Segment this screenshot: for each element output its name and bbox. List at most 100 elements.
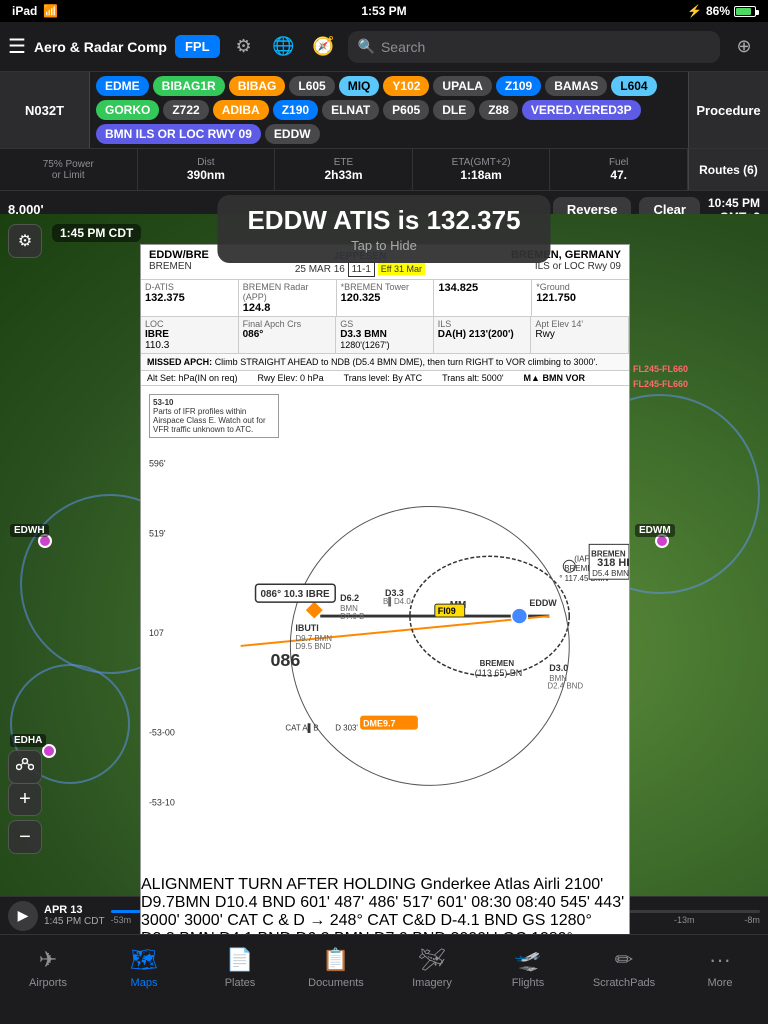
route-tag[interactable]: EDDW [265, 124, 320, 144]
tab-maps[interactable]: 🗺Maps [96, 943, 192, 993]
svg-text:FI09: FI09 [438, 606, 456, 616]
loc-row: LOC IBRE 110.3 Final Apch Crs 086° GS D3… [141, 317, 629, 354]
svg-text:D 303': D 303' [335, 724, 358, 733]
route-tag[interactable]: ADIBA [213, 100, 269, 120]
battery-icon [734, 6, 756, 17]
chart-date: 25 MAR 16 11-1 Eff 31 Mar [295, 264, 425, 275]
route-tag[interactable]: L604 [611, 76, 656, 96]
tab-icon-imagery: 🛩 [418, 947, 446, 973]
tab-documents[interactable]: 📋Documents [288, 943, 384, 993]
route-tag[interactable]: VERED.VERED3P [522, 100, 641, 120]
tab-icon-maps: 🗺 [130, 947, 158, 973]
freq-app: BREMEN Radar (APP) 124.8 [239, 280, 337, 316]
status-right: ⚡ 86% [687, 4, 756, 18]
route-tag[interactable]: MIQ [339, 76, 380, 96]
atis-banner[interactable]: EDDW ATIS is 132.375 Tap to Hide [217, 195, 550, 263]
svg-text:086: 086 [270, 650, 300, 670]
map-area[interactable]: FL245-FL660 FL245-FL660 EDWH EDHA EDWM 6… [0, 214, 768, 934]
zoom-buttons: + − [8, 782, 42, 854]
carrier: iPad [12, 4, 37, 18]
time-indicator: 1:45 PM CDT [52, 224, 141, 242]
svg-text:596': 596' [149, 459, 166, 469]
route-tag[interactable]: Y102 [383, 76, 429, 96]
route-tag[interactable]: ELNAT [322, 100, 379, 120]
route-tag[interactable]: P605 [383, 100, 429, 120]
settings-icon[interactable]: ⚙ [228, 31, 260, 63]
gs-cell: GS D3.3 BMN 1280'(1267') [336, 317, 434, 353]
tab-bar: ✈Airports🗺Maps 📄 Plates 📋Documents 🛩 Imagery 🛫… [0, 934, 768, 1024]
wifi-icon: 📶 [43, 4, 58, 18]
top-nav: ☰ Aero & Radar Comp FPL ⚙ 🌐 🧭 🔍 Search ⊕ [0, 22, 768, 72]
tab-more[interactable]: ···More [672, 943, 768, 993]
bluetooth-icon: ⚡ [687, 4, 702, 18]
search-placeholder: Search [381, 39, 425, 55]
play-button[interactable]: ▶ [8, 901, 38, 931]
tab-flights[interactable]: 🛫 Flights [480, 943, 576, 993]
route-tag[interactable]: UPALA [433, 76, 491, 96]
fpl-button[interactable]: FPL [175, 35, 220, 58]
routes-button[interactable]: Routes (6) [688, 149, 768, 190]
tab-imagery[interactable]: 🛩 Imagery [384, 943, 480, 993]
map-settings-button[interactable]: ⚙ [8, 224, 42, 258]
tab-icon-scratchpads: ✏ [615, 947, 633, 973]
search-bar[interactable]: 🔍 Search [348, 31, 720, 63]
freq-ground: *Ground 121.750 [532, 280, 629, 316]
route-tag[interactable]: BMN ILS OR LOC RWY 09 [96, 124, 261, 144]
edha-label: EDHA [10, 734, 46, 747]
dist-cell: Dist 390nm [138, 149, 276, 190]
flight-info-row: 75% Power or Limit Dist 390nm ETE 2h33m … [0, 149, 768, 191]
tab-icon-flights: 🛫 [514, 947, 541, 973]
tab-label-scratchpads: ScratchPads [593, 977, 655, 989]
route-tag[interactable]: DLE [433, 100, 475, 120]
route-tag[interactable]: BAMAS [545, 76, 607, 96]
svg-text:D5.4 BMN: D5.4 BMN [592, 569, 629, 578]
svg-text:EDDW: EDDW [529, 598, 557, 608]
svg-text:-53-10: -53-10 [149, 797, 175, 807]
route-overlay-button[interactable] [8, 750, 42, 784]
route-tag[interactable]: BIBAG1R [153, 76, 225, 96]
tab-label-airports: Airports [29, 977, 67, 989]
final-apch-cell: Final Apch Crs 086° [239, 317, 337, 353]
tab-label-imagery: Imagery [412, 977, 452, 989]
tab-scratchpads[interactable]: ✏ ScratchPads [576, 943, 672, 993]
status-time: 1:53 PM [361, 4, 406, 18]
tab-label-plates: Plates [225, 977, 256, 989]
zoom-in-button[interactable]: + [8, 782, 42, 816]
svg-text:B▌D4.0: B▌D4.0 [383, 596, 411, 607]
tab-icon-more: ··· [709, 947, 731, 973]
timeline-label: -13m [674, 915, 695, 925]
zoom-out-button[interactable]: − [8, 820, 42, 854]
procedure-button[interactable]: Procedure [688, 72, 768, 148]
freq-datis: D-ATIS 132.375 [141, 280, 239, 316]
route-icon [16, 758, 34, 776]
edwh-label: EDWH [10, 524, 49, 537]
route-tag[interactable]: BIBAG [229, 76, 286, 96]
route-tag[interactable]: Z190 [273, 100, 318, 120]
route-tag[interactable]: Z88 [479, 100, 518, 120]
svg-text:519': 519' [149, 528, 166, 538]
route-tag[interactable]: EDME [96, 76, 149, 96]
search-icon: 🔍 [358, 38, 375, 55]
svg-text:BREMEN: BREMEN [480, 659, 515, 668]
chart-overlay: EDDW/BRE BREMEN JEPPESEN 25 MAR 16 11-1 … [140, 244, 630, 934]
location-icon[interactable]: ⊕ [728, 31, 760, 63]
svg-text:318 HIG: 318 HIG [597, 557, 629, 569]
missed-apch: MISSED APCH: Climb STRAIGHT AHEAD to NDB… [141, 354, 629, 371]
atis-text: EDDW ATIS is 132.375 [247, 205, 520, 236]
svg-text:D7.0 B: D7.0 B [340, 612, 364, 621]
route-tag[interactable]: Z722 [163, 100, 208, 120]
app-name: Aero & Radar Comp [34, 39, 167, 55]
route-tag[interactable]: L605 [289, 76, 334, 96]
route-tag[interactable]: Z109 [496, 76, 541, 96]
route-tag[interactable]: GORKO [96, 100, 159, 120]
svg-text:086° 10.3 IBRE: 086° 10.3 IBRE [261, 589, 331, 600]
ete-cell: ETE 2h33m [275, 149, 413, 190]
svg-text:(113.65) BN: (113.65) BN [475, 668, 523, 678]
tab-plates[interactable]: 📄 Plates [192, 943, 288, 993]
globe-icon[interactable]: 🌐 [268, 31, 300, 63]
tab-airports[interactable]: ✈Airports [0, 943, 96, 993]
tab-icon-plates: 📄 [226, 947, 253, 973]
compass-icon[interactable]: 🧭 [308, 31, 340, 63]
hamburger-icon[interactable]: ☰ [8, 34, 26, 59]
tab-label-flights: Flights [512, 977, 544, 989]
